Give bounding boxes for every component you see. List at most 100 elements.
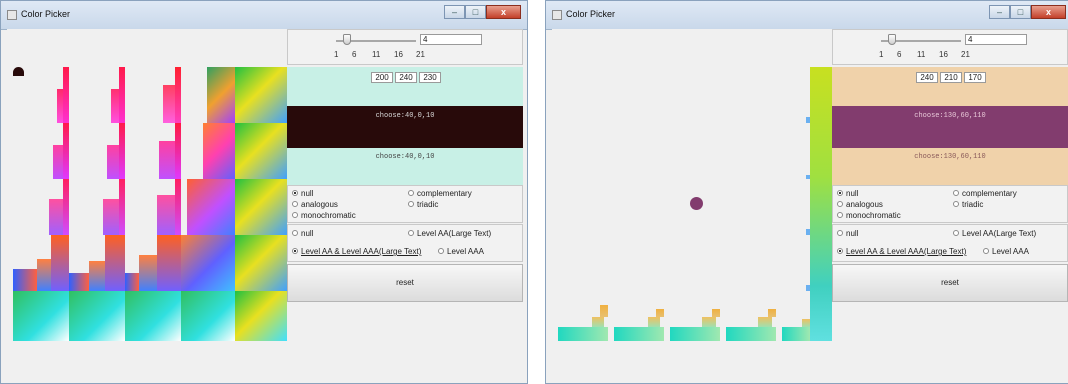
- radio-label: triadic: [962, 200, 984, 209]
- current-color-dot: [13, 67, 24, 76]
- color-block: [235, 123, 287, 179]
- tick-label: 21: [416, 50, 425, 59]
- color-block: [758, 317, 772, 327]
- radio-icon: [292, 211, 298, 218]
- blue-field[interactable]: 170: [964, 72, 986, 83]
- radio-icon: [953, 200, 959, 207]
- radio-scheme-null[interactable]: null: [292, 189, 313, 199]
- tick-label: 1: [334, 50, 339, 59]
- color-block: [139, 255, 157, 291]
- red-field[interactable]: 200: [371, 72, 393, 83]
- maximize-button[interactable]: □: [465, 5, 486, 19]
- color-block: [614, 327, 664, 341]
- minimize-button[interactable]: –: [989, 5, 1010, 19]
- title-bar[interactable]: Color Picker – □ x: [1, 1, 527, 30]
- color-field-canvas[interactable]: [552, 29, 832, 373]
- current-color-dot: [690, 197, 703, 210]
- color-block: [53, 145, 63, 179]
- radio-label: analogous: [301, 200, 338, 209]
- radio-label: null: [846, 229, 859, 238]
- color-block: [806, 117, 810, 123]
- blue-field[interactable]: 230: [419, 72, 441, 83]
- tick-label: 6: [352, 50, 357, 59]
- title-bar[interactable]: Color Picker – □ x: [546, 1, 1068, 30]
- radio-level-aa-large[interactable]: Level AA(Large Text): [408, 229, 491, 239]
- color-block: [37, 259, 51, 291]
- color-block: [802, 319, 810, 327]
- radio-scheme-complementary[interactable]: complementary: [408, 189, 472, 199]
- radio-scheme-triadic[interactable]: triadic: [953, 200, 983, 210]
- color-block: [558, 327, 608, 341]
- color-block: [782, 327, 810, 341]
- close-button[interactable]: x: [486, 5, 521, 19]
- slider-value-field[interactable]: 4: [965, 34, 1027, 45]
- scheme-radio-group: null complementary analogous triadic mon…: [832, 185, 1068, 223]
- radio-label: Level AAA: [447, 247, 484, 256]
- color-block: [175, 123, 181, 179]
- radio-icon: [408, 189, 414, 196]
- reset-button[interactable]: reset: [287, 264, 523, 302]
- radio-icon: [292, 229, 298, 236]
- tick-label: 11: [372, 50, 381, 59]
- color-block: [648, 317, 660, 327]
- control-panel: 1 6 11 16 21 4 200 240 230 choose:40,0,1…: [287, 29, 523, 375]
- radio-scheme-monochromatic[interactable]: monochromatic: [292, 211, 356, 221]
- color-field-canvas[interactable]: [7, 29, 287, 373]
- radio-label: null: [846, 189, 859, 198]
- radio-icon: [438, 247, 444, 254]
- radio-level-aa-aaa-large[interactable]: Level AA & Level AAA(Large Text): [837, 247, 966, 257]
- green-field[interactable]: 210: [940, 72, 962, 83]
- radio-scheme-monochromatic[interactable]: monochromatic: [837, 211, 901, 221]
- minimize-button[interactable]: –: [444, 5, 465, 19]
- radio-scheme-null[interactable]: null: [837, 189, 858, 199]
- control-panel: 1 6 11 16 21 4 240 210 170 choose:130,60…: [832, 29, 1068, 375]
- slider-value-field[interactable]: 4: [420, 34, 482, 45]
- color-block: [712, 309, 720, 317]
- color-block: [726, 327, 776, 341]
- color-block: [119, 123, 125, 179]
- green-field[interactable]: 240: [395, 72, 417, 83]
- radio-scheme-triadic[interactable]: triadic: [408, 200, 438, 210]
- radio-level-null[interactable]: null: [292, 229, 313, 239]
- chosen-color-band: choose:40,0,10: [287, 106, 523, 148]
- radio-icon: [408, 200, 414, 207]
- color-block: [105, 235, 125, 291]
- radio-level-aaa[interactable]: Level AAA: [983, 247, 1029, 257]
- radio-scheme-analogous[interactable]: analogous: [292, 200, 338, 210]
- slider-ticks: 1 6 11 16 21: [879, 50, 970, 60]
- window-title: Color Picker: [21, 9, 71, 19]
- maximize-button[interactable]: □: [1010, 5, 1031, 19]
- radio-label: Level AA & Level AAA(Large Text): [301, 247, 422, 256]
- red-field[interactable]: 240: [916, 72, 938, 83]
- color-picker-window-1: Color Picker – □ x 1 6 11 16 21 4 200 24…: [0, 0, 528, 384]
- radio-icon: [837, 229, 843, 236]
- radio-selected-icon: [837, 247, 843, 254]
- radio-level-aa-aaa-large[interactable]: Level AA & Level AAA(Large Text): [292, 247, 421, 257]
- slider-thumb[interactable]: [888, 34, 896, 45]
- radio-selected-icon: [292, 247, 298, 254]
- color-block: [13, 269, 37, 291]
- radio-scheme-complementary[interactable]: complementary: [953, 189, 1017, 199]
- tick-label: 11: [917, 50, 926, 59]
- close-button[interactable]: x: [1031, 5, 1066, 19]
- radio-level-aa-large[interactable]: Level AA(Large Text): [953, 229, 1036, 239]
- tick-label: 16: [394, 50, 403, 59]
- radio-scheme-analogous[interactable]: analogous: [837, 200, 883, 210]
- color-block: [806, 285, 810, 291]
- color-block: [207, 67, 235, 123]
- color-block: [235, 291, 287, 341]
- color-block: [235, 67, 287, 123]
- radio-level-aaa[interactable]: Level AAA: [438, 247, 484, 257]
- radio-selected-icon: [837, 189, 843, 196]
- radio-label: monochromatic: [301, 211, 356, 220]
- radio-icon: [292, 200, 298, 207]
- slider-thumb[interactable]: [343, 34, 351, 45]
- reset-button[interactable]: reset: [832, 264, 1068, 302]
- radio-selected-icon: [292, 189, 298, 196]
- color-block: [806, 175, 810, 179]
- radio-level-null[interactable]: null: [837, 229, 858, 239]
- radio-icon: [953, 229, 959, 236]
- color-block: [600, 305, 608, 317]
- choose-label-bottom: choose:40,0,10: [375, 153, 435, 161]
- color-block: [111, 89, 119, 123]
